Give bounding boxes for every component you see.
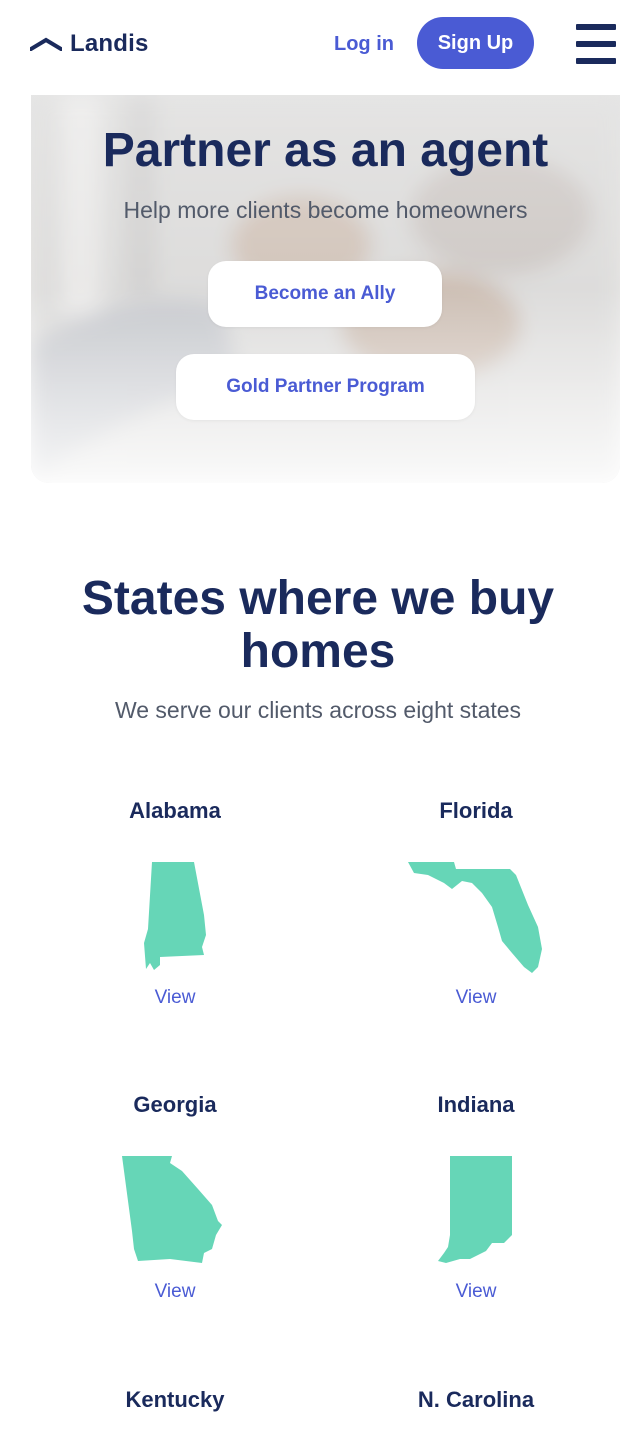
hero-banner: Partner as an agent Help more clients be… — [31, 95, 620, 483]
become-ally-button[interactable]: Become an Ally — [208, 261, 442, 327]
view-link[interactable]: View — [326, 987, 626, 1009]
state-card-indiana[interactable]: Indiana View — [326, 1092, 626, 1303]
hamburger-menu-icon[interactable] — [576, 24, 616, 64]
view-link[interactable]: View — [326, 1281, 626, 1303]
login-link[interactable]: Log in — [334, 33, 394, 56]
state-card-alabama[interactable]: Alabama View — [25, 798, 325, 1009]
indiana-map-icon — [438, 1156, 512, 1263]
signup-button[interactable]: Sign Up — [417, 17, 534, 69]
states-section-title: States where we buy homes — [81, 572, 555, 678]
georgia-map-icon — [122, 1156, 222, 1263]
alabama-map-icon — [144, 862, 206, 970]
view-link[interactable]: View — [25, 1281, 325, 1303]
state-name: N. Carolina — [417, 1387, 535, 1412]
state-card-georgia[interactable]: Georgia View — [25, 1092, 325, 1303]
hero-subtitle: Help more clients become homeowners — [123, 197, 528, 223]
state-name: Kentucky — [125, 1387, 225, 1412]
roof-icon — [30, 37, 62, 51]
site-header: Landis Log in Sign Up — [0, 0, 636, 90]
state-card-kentucky[interactable]: Kentucky — [25, 1387, 325, 1413]
view-link[interactable]: View — [25, 987, 325, 1009]
brand-name: Landis — [70, 30, 149, 57]
state-name: Alabama — [129, 798, 221, 823]
florida-map-icon — [408, 862, 542, 973]
gold-partner-program-button[interactable]: Gold Partner Program — [176, 354, 475, 420]
state-name: Florida — [439, 798, 513, 823]
state-name: Georgia — [133, 1092, 217, 1117]
brand-logo[interactable]: Landis — [30, 30, 149, 58]
hero-title: Partner as an agent — [102, 124, 549, 177]
states-section-subtitle: We serve our clients across eight states — [114, 697, 522, 723]
state-card-florida[interactable]: Florida View — [326, 798, 626, 1009]
state-name: Indiana — [437, 1092, 515, 1117]
state-card-north-carolina[interactable]: N. Carolina — [326, 1387, 626, 1413]
